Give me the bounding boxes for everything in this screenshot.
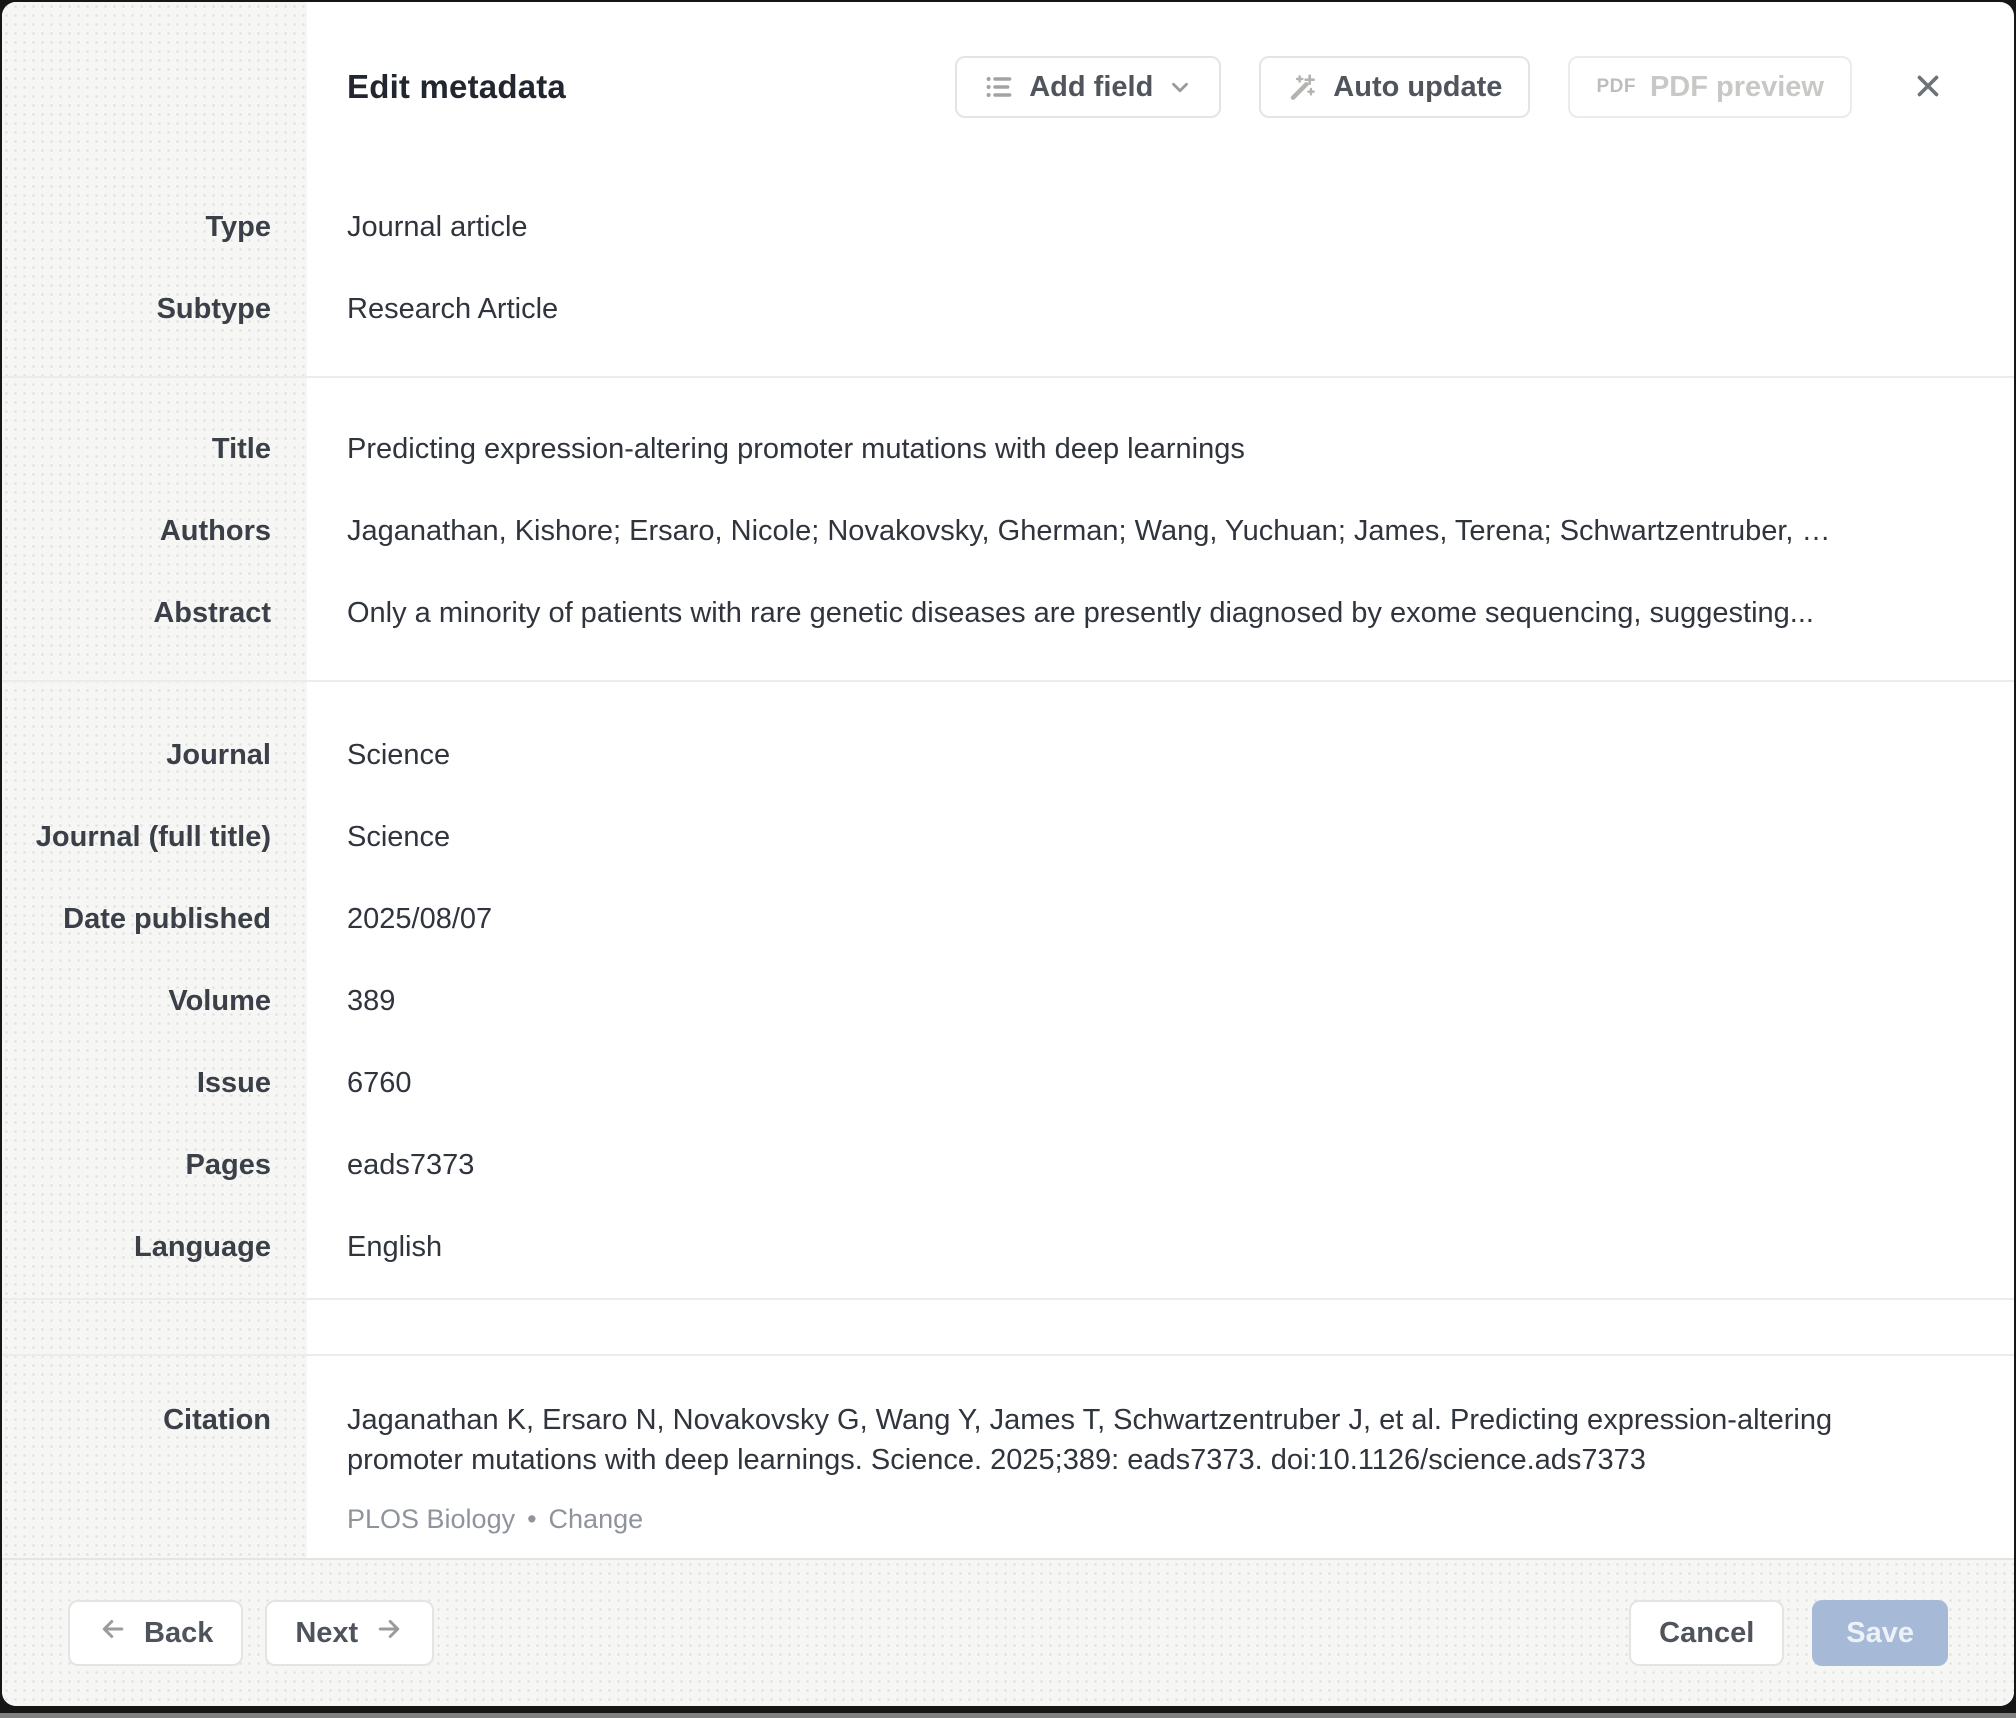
save-label: Save	[1846, 1617, 1914, 1649]
field-label-issue: Issue	[2, 1067, 307, 1100]
next-label: Next	[295, 1617, 358, 1650]
field-row-journal-full-title: Journal (full title) Science	[2, 796, 2014, 878]
close-button[interactable]	[1906, 65, 1950, 109]
field-value-authors[interactable]: Jaganathan, Kishore; Ersaro, Nicole; Nov…	[307, 515, 2014, 548]
field-value-issue[interactable]: 6760	[307, 1067, 2014, 1100]
section-journal-details: Journal Science Journal (full title) Sci…	[2, 682, 2014, 1298]
back-button[interactable]: Back	[68, 1600, 243, 1666]
field-value-subtype[interactable]: Research Article	[307, 293, 2014, 326]
field-row-issue: Issue 6760	[2, 1042, 2014, 1124]
dialog-content: Edit metadata Add field	[2, 2, 2014, 1558]
field-label-abstract: Abstract	[2, 597, 307, 630]
field-label-journal-full-title: Journal (full title)	[2, 821, 307, 854]
section-title-authors: Title Predicting expression-altering pro…	[2, 378, 2014, 680]
field-row-date-published: Date published 2025/08/07	[2, 878, 2014, 960]
field-label-citation: Citation	[2, 1400, 307, 1440]
back-label: Back	[144, 1617, 213, 1650]
section-citation: Citation Jaganathan K, Ersaro N, Novakov…	[2, 1356, 2014, 1558]
field-label-date-published: Date published	[2, 903, 307, 936]
empty-section	[2, 1300, 2014, 1354]
field-row-pages: Pages eads7373	[2, 1124, 2014, 1206]
page-title: Edit metadata	[347, 68, 917, 106]
field-row-journal: Journal Science	[2, 714, 2014, 796]
dialog-inner: Edit metadata Add field	[2, 2, 2014, 1558]
close-icon	[1911, 69, 1945, 106]
field-value-date-published[interactable]: 2025/08/07	[307, 903, 2014, 936]
dialog-footer: Back Next Cancel Save	[2, 1558, 2014, 1706]
field-label-authors: Authors	[2, 515, 307, 548]
field-row-language: Language English	[2, 1206, 2014, 1288]
citation-meta-separator: •	[527, 1504, 536, 1535]
citation-style-name: PLOS Biology	[347, 1504, 515, 1535]
add-field-label: Add field	[1029, 71, 1153, 104]
field-row-authors: Authors Jaganathan, Kishore; Ersaro, Nic…	[2, 490, 2014, 572]
cancel-button[interactable]: Cancel	[1629, 1600, 1784, 1666]
field-value-pages[interactable]: eads7373	[307, 1149, 2014, 1182]
field-row-title: Title Predicting expression-altering pro…	[2, 408, 2014, 490]
field-label-title: Title	[2, 433, 307, 466]
field-value-journal-full-title[interactable]: Science	[307, 821, 2014, 854]
section-type: Type Journal article Subtype Research Ar…	[2, 172, 2014, 376]
field-label-volume: Volume	[2, 985, 307, 1018]
field-row-abstract: Abstract Only a minority of patients wit…	[2, 572, 2014, 654]
list-icon	[983, 71, 1015, 103]
chevron-down-icon	[1167, 74, 1193, 100]
magic-wand-icon	[1287, 71, 1319, 103]
arrow-right-icon	[374, 1614, 404, 1652]
field-value-language[interactable]: English	[307, 1231, 2014, 1264]
auto-update-label: Auto update	[1333, 71, 1502, 104]
citation-meta: PLOS Biology • Change	[347, 1504, 2014, 1535]
field-label-language: Language	[2, 1231, 307, 1264]
field-value-type[interactable]: Journal article	[307, 211, 2014, 244]
auto-update-button[interactable]: Auto update	[1259, 56, 1530, 118]
add-field-button[interactable]: Add field	[955, 56, 1221, 118]
field-label-subtype: Subtype	[2, 293, 307, 326]
cancel-label: Cancel	[1659, 1617, 1754, 1650]
change-citation-style-link[interactable]: Change	[549, 1504, 644, 1535]
field-label-type: Type	[2, 211, 307, 244]
next-button[interactable]: Next	[265, 1600, 434, 1666]
window-bottom-edge	[0, 1713, 2016, 1718]
edit-metadata-dialog: Edit metadata Add field	[2, 2, 2014, 1706]
dialog-header: Edit metadata Add field	[2, 2, 2014, 172]
pdf-preview-button[interactable]: PDF PDF preview	[1568, 56, 1852, 118]
field-value-volume[interactable]: 389	[307, 985, 2014, 1018]
pdf-preview-label: PDF preview	[1650, 71, 1824, 104]
field-label-pages: Pages	[2, 1149, 307, 1182]
field-value-journal[interactable]: Science	[307, 739, 2014, 772]
arrow-left-icon	[98, 1614, 128, 1652]
field-row-volume: Volume 389	[2, 960, 2014, 1042]
save-button[interactable]: Save	[1812, 1600, 1948, 1666]
field-row-type: Type Journal article	[2, 186, 2014, 268]
field-value-abstract[interactable]: Only a minority of patients with rare ge…	[307, 597, 2014, 630]
field-label-journal: Journal	[2, 739, 307, 772]
citation-body: Jaganathan K, Ersaro N, Novakovsky G, Wa…	[307, 1400, 2014, 1535]
field-value-title[interactable]: Predicting expression-altering promoter …	[307, 433, 2014, 466]
pdf-icon: PDF	[1596, 76, 1636, 98]
citation-text[interactable]: Jaganathan K, Ersaro N, Novakovsky G, Wa…	[347, 1400, 1877, 1480]
field-row-subtype: Subtype Research Article	[2, 268, 2014, 350]
